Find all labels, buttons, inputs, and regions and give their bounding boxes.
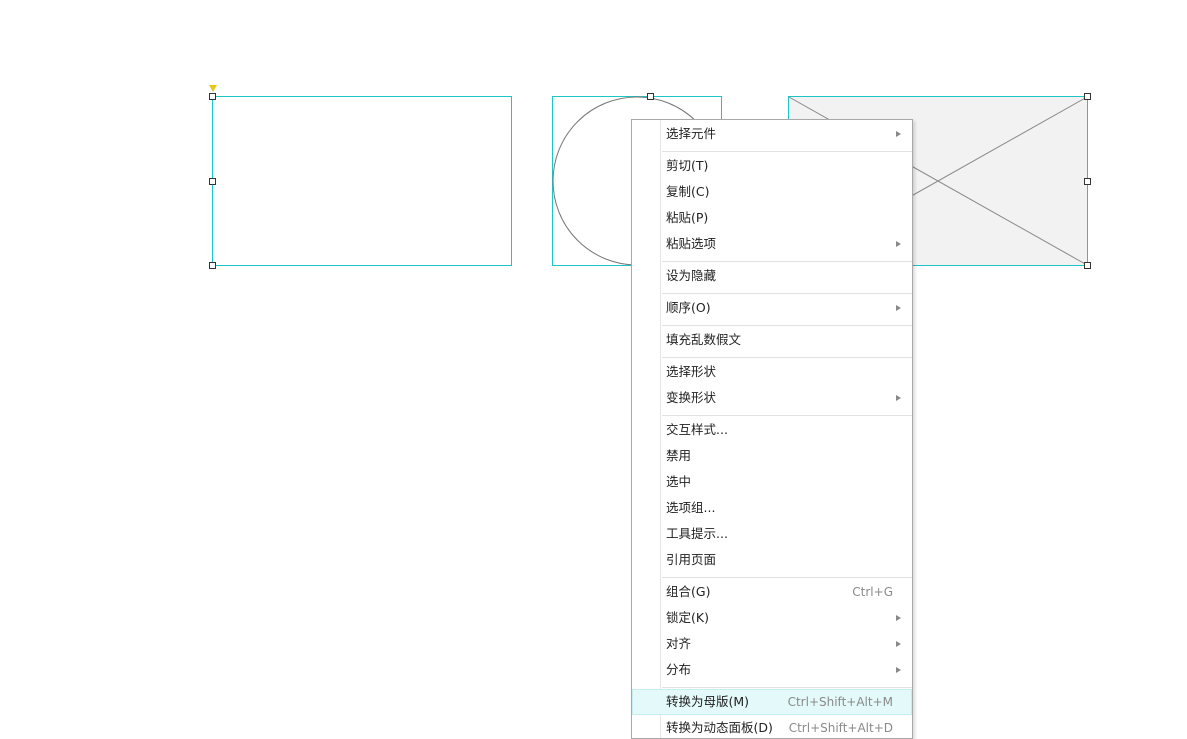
menu-item-label: 转换为动态面板(D)	[666, 720, 773, 735]
menu-item-label: 顺序(O)	[666, 300, 711, 315]
menu-separator	[662, 357, 912, 358]
anchor-marker-icon[interactable]	[209, 85, 217, 92]
menu-item-select-widget[interactable]: 选择元件	[632, 121, 912, 147]
rectangle-widget[interactable]	[212, 96, 512, 266]
menu-separator	[662, 325, 912, 326]
menu-item-shortcut: Ctrl+Shift+Alt+D	[788, 721, 893, 735]
resize-handle-top-center[interactable]	[647, 93, 654, 100]
menu-item-label: 变换形状	[666, 390, 717, 405]
menu-item-option-group[interactable]: 选项组...	[632, 495, 912, 521]
menu-item-label: 选项组...	[666, 500, 716, 515]
context-menu: 选择元件 剪切(T) 复制(C) 粘贴(P) 粘贴选项 设为隐藏 顺序(O) 填…	[631, 119, 913, 739]
submenu-arrow-icon	[896, 395, 901, 401]
menu-item-reference-page[interactable]: 引用页面	[632, 547, 912, 573]
resize-handle-top-right[interactable]	[1084, 93, 1091, 100]
menu-item-select-shape[interactable]: 选择形状	[632, 359, 912, 385]
menu-item-disable[interactable]: 禁用	[632, 443, 912, 469]
menu-item-lock[interactable]: 锁定(K)	[632, 605, 912, 631]
menu-item-label: 选中	[666, 474, 692, 489]
menu-item-group[interactable]: 组合(G) Ctrl+G	[632, 579, 912, 605]
menu-separator	[662, 151, 912, 152]
menu-item-tooltip[interactable]: 工具提示...	[632, 521, 912, 547]
menu-item-label: 引用页面	[666, 552, 717, 567]
menu-item-set-hidden[interactable]: 设为隐藏	[632, 263, 912, 289]
submenu-arrow-icon	[896, 241, 901, 247]
menu-item-shortcut: Ctrl+Shift+Alt+M	[787, 695, 893, 709]
menu-item-label: 锁定(K)	[666, 610, 709, 625]
menu-separator	[662, 687, 912, 688]
submenu-arrow-icon	[896, 615, 901, 621]
menu-item-convert-to-dynamic-panel[interactable]: 转换为动态面板(D) Ctrl+Shift+Alt+D	[632, 715, 912, 738]
menu-item-distribute[interactable]: 分布	[632, 657, 912, 683]
menu-item-label: 设为隐藏	[666, 268, 717, 283]
menu-item-paste-options[interactable]: 粘贴选项	[632, 231, 912, 257]
menu-separator	[662, 293, 912, 294]
menu-item-label: 填充乱数假文	[666, 332, 742, 347]
menu-item-align[interactable]: 对齐	[632, 631, 912, 657]
menu-item-label: 对齐	[666, 636, 692, 651]
resize-handle-middle-right[interactable]	[1084, 178, 1091, 185]
menu-item-label: 禁用	[666, 448, 692, 463]
menu-item-label: 工具提示...	[666, 526, 728, 541]
menu-item-label: 分布	[666, 662, 692, 677]
menu-item-convert-to-master[interactable]: 转换为母版(M) Ctrl+Shift+Alt+M	[632, 689, 912, 715]
menu-item-order[interactable]: 顺序(O)	[632, 295, 912, 321]
resize-handle-bottom-right[interactable]	[1084, 262, 1091, 269]
menu-item-label: 选择形状	[666, 364, 717, 379]
resize-handle-middle-left[interactable]	[209, 178, 216, 185]
menu-item-selected[interactable]: 选中	[632, 469, 912, 495]
menu-item-label: 粘贴(P)	[666, 210, 709, 225]
menu-separator	[662, 261, 912, 262]
menu-item-label: 转换为母版(M)	[666, 694, 750, 709]
menu-item-transform-shape[interactable]: 变换形状	[632, 385, 912, 411]
menu-item-label: 复制(C)	[666, 184, 710, 199]
menu-item-label: 交互样式...	[666, 422, 728, 437]
menu-separator	[662, 577, 912, 578]
menu-item-label: 选择元件	[666, 126, 717, 141]
submenu-arrow-icon	[896, 641, 901, 647]
design-canvas[interactable]: 选择元件 剪切(T) 复制(C) 粘贴(P) 粘贴选项 设为隐藏 顺序(O) 填…	[0, 0, 1187, 739]
menu-item-interaction-styles[interactable]: 交互样式...	[632, 417, 912, 443]
submenu-arrow-icon	[896, 667, 901, 673]
menu-item-cut[interactable]: 剪切(T)	[632, 153, 912, 179]
submenu-arrow-icon	[896, 305, 901, 311]
menu-item-fill-lorem[interactable]: 填充乱数假文	[632, 327, 912, 353]
menu-item-copy[interactable]: 复制(C)	[632, 179, 912, 205]
submenu-arrow-icon	[896, 131, 901, 137]
menu-separator	[662, 415, 912, 416]
resize-handle-bottom-left[interactable]	[209, 262, 216, 269]
menu-item-label: 组合(G)	[666, 584, 711, 599]
menu-item-paste[interactable]: 粘贴(P)	[632, 205, 912, 231]
menu-item-shortcut: Ctrl+G	[852, 585, 893, 599]
menu-item-label: 剪切(T)	[666, 158, 709, 173]
resize-handle-top-left[interactable]	[209, 93, 216, 100]
menu-item-label: 粘贴选项	[666, 236, 717, 251]
